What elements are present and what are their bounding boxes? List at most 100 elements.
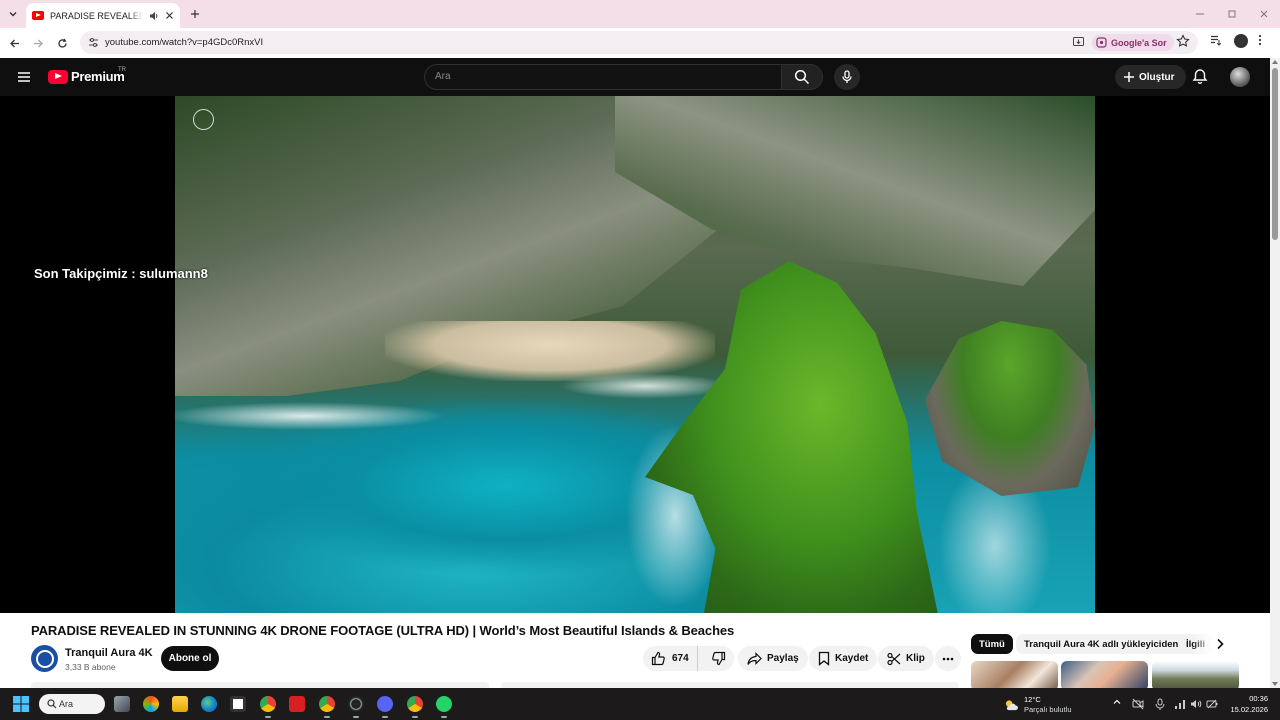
reload-button[interactable] — [53, 34, 71, 52]
youtube-premium-logo[interactable]: Premium — [48, 69, 125, 84]
address-bar[interactable]: youtube.com/watch?v=p4GDc0RnxVI Google'a… — [80, 31, 1198, 54]
reload-icon — [57, 38, 67, 48]
google-ask-button[interactable]: Google'a Sor — [1092, 34, 1174, 51]
subscriber-count: 3,33 B abone — [65, 662, 116, 672]
scene-cliff-right — [615, 96, 1095, 286]
file-explorer-icon[interactable] — [172, 696, 188, 712]
subscribe-button[interactable]: Abone ol — [161, 646, 219, 671]
related-video-thumbnail[interactable] — [1152, 661, 1239, 688]
scrollbar-thumb[interactable] — [1272, 68, 1278, 240]
hamburger-menu-icon — [18, 72, 30, 82]
clip-button[interactable]: Klip — [878, 646, 934, 671]
chip-from-uploader[interactable]: Tranquil Aura 4K adlı yükleyiciden — [1016, 634, 1187, 654]
store-icon[interactable] — [230, 696, 246, 712]
tune-icon — [88, 37, 98, 47]
network-icon[interactable] — [1174, 698, 1186, 710]
install-app-icon — [1073, 37, 1084, 46]
url-text[interactable]: youtube.com/watch?v=p4GDc0RnxVI — [105, 37, 263, 48]
maximize-button[interactable] — [1216, 0, 1248, 28]
minimize-button[interactable] — [1184, 0, 1216, 28]
notifications-button[interactable] — [1192, 68, 1208, 85]
related-video-thumbnail[interactable] — [1061, 661, 1148, 688]
youtube-logo-icon — [48, 69, 68, 84]
minimize-icon — [1196, 13, 1204, 15]
discord-icon[interactable] — [377, 696, 393, 718]
like-count: 674 — [672, 653, 689, 664]
search-icon — [794, 69, 810, 85]
like-button[interactable]: 674 — [643, 646, 698, 671]
speaker-icon[interactable] — [149, 11, 159, 21]
task-view-icon[interactable] — [114, 696, 130, 712]
app-l-icon[interactable] — [289, 696, 305, 712]
create-label: Oluştur — [1139, 71, 1175, 83]
chevron-down-icon — [9, 12, 17, 17]
chrome-profile-icon[interactable] — [319, 696, 335, 718]
more-vertical-icon — [1258, 34, 1262, 46]
browser-toolbar: youtube.com/watch?v=p4GDc0RnxVI Google'a… — [0, 28, 1280, 58]
create-button[interactable]: Oluştur — [1115, 65, 1186, 89]
reading-list-button[interactable] — [1210, 34, 1222, 46]
share-label: Paylaş — [767, 653, 799, 664]
search-button[interactable] — [781, 64, 823, 90]
volume-icon[interactable] — [1190, 698, 1202, 710]
maximize-icon — [1228, 10, 1236, 18]
browser-menu-button[interactable] — [1258, 34, 1262, 46]
search-icon — [47, 699, 57, 709]
clock-date: 15.02.2026 — [1230, 705, 1268, 714]
youtube-favicon-icon — [32, 11, 44, 20]
dislike-button[interactable] — [703, 646, 734, 671]
system-clock[interactable]: 00:36 15.02.2026 — [1222, 693, 1268, 715]
arrow-right-icon — [33, 39, 43, 47]
bookmark-button[interactable] — [1176, 34, 1190, 48]
arrow-left-icon — [9, 39, 19, 47]
install-app-button[interactable] — [1072, 35, 1085, 48]
tab-search-button[interactable] — [4, 5, 22, 23]
start-button[interactable] — [13, 696, 29, 712]
camera-off-icon[interactable] — [1132, 698, 1144, 710]
obs-icon[interactable] — [348, 696, 364, 718]
account-avatar[interactable] — [1230, 67, 1250, 87]
chip-all[interactable]: Tümü — [971, 634, 1013, 654]
edge-icon[interactable] — [201, 696, 217, 712]
tab-title: PARADISE REVEALED IN STUNNING 4K DRONE F… — [50, 10, 143, 21]
more-actions-button[interactable] — [935, 646, 961, 671]
chevron-up-icon[interactable] — [1113, 698, 1121, 706]
plus-icon — [191, 10, 199, 18]
related-video-thumbnail[interactable] — [971, 661, 1058, 688]
guide-menu-button[interactable] — [16, 69, 32, 85]
search-input[interactable]: Ara — [435, 71, 451, 82]
scroll-up-arrow-icon[interactable] — [1272, 60, 1278, 64]
site-info-button[interactable] — [86, 35, 100, 49]
channel-name[interactable]: Tranquil Aura 4K — [65, 647, 153, 659]
whatsapp-icon[interactable] — [436, 696, 452, 718]
microphone-icon[interactable] — [1154, 698, 1166, 710]
close-tab-icon[interactable] — [165, 11, 174, 20]
browser-tab-active[interactable]: PARADISE REVEALED IN STUNNING 4K DRONE F… — [26, 3, 180, 28]
plus-icon — [1124, 72, 1134, 82]
search-box[interactable]: Ara — [424, 64, 782, 90]
save-label: Kaydet — [835, 653, 869, 664]
voice-search-button[interactable] — [834, 64, 860, 90]
weather-widget[interactable]: 12°C Parçalı bulutlu — [1003, 695, 1072, 715]
channel-avatar[interactable] — [31, 645, 58, 672]
save-button[interactable]: Kaydet — [809, 646, 878, 671]
taskbar-search[interactable]: Ara — [39, 694, 105, 714]
scroll-down-arrow-icon[interactable] — [1272, 682, 1278, 686]
video-frame[interactable] — [175, 96, 1095, 613]
page-scrollbar[interactable] — [1270, 58, 1280, 692]
new-tab-button[interactable] — [186, 5, 204, 23]
share-button[interactable]: Paylaş — [738, 646, 808, 671]
chrome-second-icon[interactable] — [407, 696, 423, 718]
chips-next-button[interactable] — [1215, 638, 1225, 650]
close-window-button[interactable] — [1248, 0, 1280, 28]
battery-saver-icon[interactable] — [1206, 698, 1218, 710]
forward-button[interactable] — [29, 34, 47, 52]
video-player[interactable]: Son Takipçimiz : sulumann8 — [0, 96, 1270, 613]
browser-profile-avatar[interactable] — [1234, 34, 1248, 48]
back-button[interactable] — [5, 34, 23, 52]
chrome-icon[interactable] — [260, 696, 276, 718]
windows-logo-icon — [13, 696, 29, 712]
chip-related[interactable]: İlgili — [1178, 634, 1213, 654]
stream-overlay-text: Son Takipçimiz : sulumann8 — [34, 266, 208, 281]
copilot-icon[interactable] — [143, 696, 159, 712]
